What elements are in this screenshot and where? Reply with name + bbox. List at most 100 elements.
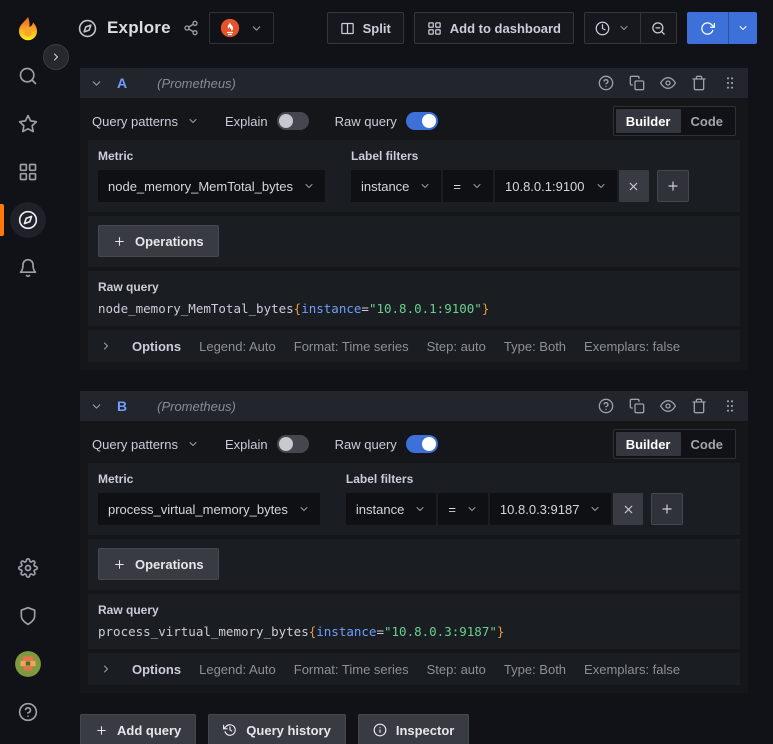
filter-label-select[interactable]: instance	[350, 170, 442, 202]
raw-brace-close: }	[481, 301, 490, 316]
filter-value-select[interactable]: 10.8.0.3:9187	[489, 493, 612, 525]
add-filter-button[interactable]	[656, 170, 689, 202]
drag-handle-icon[interactable]	[722, 75, 738, 91]
chevron-down-icon	[620, 26, 628, 30]
add-to-dashboard-button[interactable]: Add to dashboard	[413, 12, 574, 44]
query-history-button[interactable]: Query history	[208, 714, 346, 744]
history-icon	[223, 724, 237, 736]
inspector-button[interactable]: Inspector	[357, 714, 470, 744]
options-type: Type: Both	[503, 661, 567, 677]
query-patterns-dropdown[interactable]: Query patterns	[92, 114, 199, 129]
sidebar-item-server-admin[interactable]	[0, 592, 56, 640]
split-columns-icon	[340, 22, 354, 34]
raw-query-toggle[interactable]	[405, 435, 438, 453]
raw-query-toggle-group: Raw query	[335, 435, 438, 453]
share-icon[interactable]	[183, 20, 199, 36]
builder-mode-option[interactable]: Builder	[615, 109, 681, 133]
add-filter-button[interactable]	[651, 493, 684, 525]
sidebar-item-starred[interactable]	[0, 100, 56, 148]
page-title-group: Explore	[78, 18, 199, 38]
remove-filter-button[interactable]	[618, 170, 649, 202]
builder-mode-option[interactable]: Builder	[615, 432, 681, 456]
toggle-knob	[421, 114, 436, 128]
split-button[interactable]: Split	[326, 12, 404, 44]
collapse-chevron-icon[interactable]	[90, 77, 103, 90]
metric-filters-panel: Metric node_memory_MemTotal_bytes Label …	[88, 140, 740, 212]
code-mode-option[interactable]: Code	[681, 432, 734, 456]
run-query-interval-button[interactable]	[728, 12, 757, 44]
help-circle-icon[interactable]	[598, 398, 614, 414]
remove-filter-button[interactable]	[613, 493, 644, 525]
trash-icon[interactable]	[691, 398, 707, 414]
chevron-down-icon	[189, 442, 197, 446]
filter-operator-select[interactable]: =	[438, 493, 488, 525]
sidebar-item-alerting[interactable]	[0, 244, 56, 292]
copy-icon[interactable]	[629, 75, 645, 91]
grafana-logo[interactable]	[8, 8, 48, 52]
explain-toggle-group: Explain	[225, 112, 309, 130]
secondary-actions: Add query Query history Inspector	[80, 714, 748, 744]
query-history-label: Query history	[246, 722, 331, 738]
metric-field-label: Metric	[98, 149, 134, 163]
add-operation-button[interactable]: Operations	[98, 225, 219, 257]
options-exemplars: Exemplars: false	[584, 338, 681, 354]
zoom-out-icon	[652, 21, 665, 35]
options-legend: Legend: Auto	[199, 338, 276, 354]
label-filters-field: Label filters instance =	[345, 472, 684, 525]
metric-select[interactable]: node_memory_MemTotal_bytes	[98, 170, 325, 202]
run-query-button[interactable]	[687, 12, 728, 44]
search-icon	[19, 67, 37, 85]
compass-explore-icon	[78, 19, 97, 37]
sidebar-item-explore[interactable]	[0, 196, 56, 244]
time-picker-button[interactable]	[585, 13, 640, 43]
operations-label: Operations	[135, 556, 204, 572]
sidebar-item-profile[interactable]	[0, 640, 56, 688]
collapse-chevron-icon[interactable]	[90, 400, 103, 413]
chevron-down-icon	[416, 507, 424, 511]
query-ref-id[interactable]: B	[117, 398, 127, 414]
copy-icon[interactable]	[629, 398, 645, 414]
explain-toggle[interactable]	[276, 435, 309, 453]
plus-icon	[115, 236, 124, 246]
raw-string-value: "10.8.0.1:9100"	[368, 301, 482, 316]
help-circle-icon	[18, 702, 38, 722]
drag-handle-icon[interactable]	[722, 398, 738, 414]
plus-icon	[662, 504, 673, 514]
sidebar-item-dashboards[interactable]	[0, 148, 56, 196]
explain-toggle[interactable]	[276, 112, 309, 130]
code-mode-option[interactable]: Code	[681, 109, 734, 133]
query-options-toggle[interactable]: Options Legend: Auto Format: Time series…	[88, 330, 740, 362]
chevron-right-icon	[104, 342, 108, 350]
filter-value: 10.8.0.3:9187	[499, 501, 580, 517]
chevron-down-icon	[597, 184, 605, 188]
raw-query-toggle[interactable]	[405, 112, 438, 130]
datasource-picker[interactable]	[208, 12, 274, 44]
raw-query-toggle-group: Raw query	[335, 112, 438, 130]
filter-label-value: instance	[355, 501, 405, 517]
bell-icon	[19, 258, 37, 278]
help-circle-icon[interactable]	[598, 75, 614, 91]
raw-query-expression: node_memory_MemTotal_bytes{instance="10.…	[98, 301, 730, 316]
zoom-out-time-button[interactable]	[640, 13, 676, 43]
options-step: Step: auto	[426, 661, 486, 677]
add-operation-button[interactable]: Operations	[98, 548, 219, 580]
metric-field: Metric node_memory_MemTotal_bytes	[98, 149, 325, 202]
query-ref-id[interactable]: A	[117, 75, 127, 91]
query-datasource-label: (Prometheus)	[157, 75, 236, 91]
sidebar-item-configuration[interactable]	[0, 544, 56, 592]
chevron-down-icon	[739, 26, 747, 30]
filter-label-select[interactable]: instance	[345, 493, 437, 525]
filter-operator-value: =	[453, 178, 461, 194]
eye-icon[interactable]	[660, 398, 676, 414]
metric-select[interactable]: process_virtual_memory_bytes	[98, 493, 320, 525]
add-query-button[interactable]: Add query	[80, 714, 197, 744]
raw-query-label: Raw query	[98, 603, 159, 617]
expand-sidebar-button[interactable]	[43, 44, 69, 70]
sidebar-item-help[interactable]	[0, 688, 56, 736]
filter-operator-select[interactable]: =	[443, 170, 493, 202]
query-options-toggle[interactable]: Options Legend: Auto Format: Time series…	[88, 653, 740, 685]
filter-value-select[interactable]: 10.8.0.1:9100	[495, 170, 617, 202]
query-patterns-dropdown[interactable]: Query patterns	[92, 437, 199, 452]
eye-icon[interactable]	[660, 75, 676, 91]
trash-icon[interactable]	[691, 75, 707, 91]
